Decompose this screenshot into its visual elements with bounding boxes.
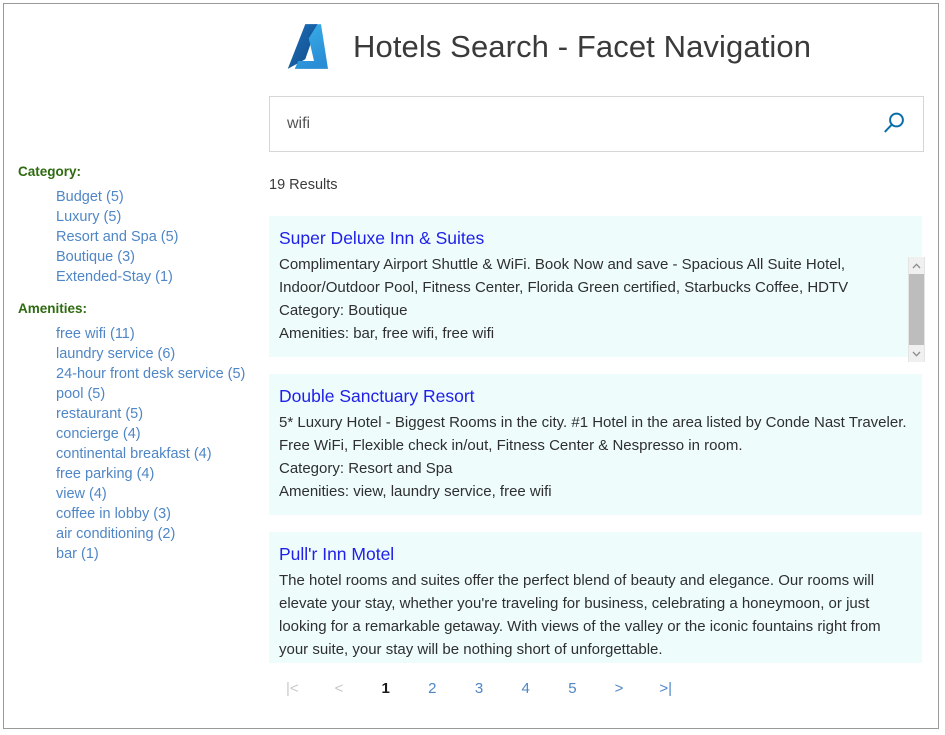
facet-list-amenities: free wifi (11) laundry service (6) 24-ho…	[4, 324, 266, 564]
result-description: Complimentary Airport Shuttle & WiFi. Bo…	[279, 253, 908, 299]
facet-item-bar[interactable]: bar (1)	[56, 544, 266, 564]
search-bar	[269, 96, 924, 152]
facet-item-concierge[interactable]: concierge (4)	[56, 424, 266, 444]
results-scrollbar[interactable]	[908, 257, 925, 362]
facet-item-luxury[interactable]: Luxury (5)	[56, 207, 266, 227]
result-category: Category: Resort and Spa	[279, 457, 908, 480]
facet-item-laundry-service[interactable]: laundry service (6)	[56, 344, 266, 364]
facet-item-resort-and-spa[interactable]: Resort and Spa (5)	[56, 227, 266, 247]
pagination-page-1[interactable]: 1	[362, 679, 409, 699]
facet-group-title-category: Category:	[4, 164, 266, 180]
result-title[interactable]: Pull'r Inn Motel	[279, 542, 908, 566]
result-category: Category: Boutique	[279, 299, 908, 322]
pagination-page-2[interactable]: 2	[409, 679, 456, 699]
search-icon	[881, 110, 907, 139]
pagination: |< < 1 2 3 4 5 > >|	[269, 679, 689, 699]
result-category: Category: Resort and Spa	[279, 661, 908, 663]
facet-item-coffee-in-lobby[interactable]: coffee in lobby (3)	[56, 504, 266, 524]
result-card[interactable]: Double Sanctuary Resort 5* Luxury Hotel …	[269, 374, 922, 515]
facet-list-category: Budget (5) Luxury (5) Resort and Spa (5)…	[4, 187, 266, 287]
facet-item-extended-stay[interactable]: Extended-Stay (1)	[56, 267, 266, 287]
scrollbar-up-arrow[interactable]	[909, 257, 924, 274]
facet-item-boutique[interactable]: Boutique (3)	[56, 247, 266, 267]
pagination-page-4[interactable]: 4	[502, 679, 549, 699]
scrollbar-thumb[interactable]	[909, 274, 924, 345]
facet-item-continental-breakfast[interactable]: continental breakfast (4)	[56, 444, 266, 464]
result-title[interactable]: Super Deluxe Inn & Suites	[279, 226, 908, 250]
app-window: Hotels Search - Facet Navigation Categor…	[3, 3, 939, 729]
facet-item-restaurant[interactable]: restaurant (5)	[56, 404, 266, 424]
result-card[interactable]: Pull'r Inn Motel The hotel rooms and sui…	[269, 532, 922, 663]
results-count: 19 Results	[269, 176, 925, 194]
pagination-first[interactable]: |<	[269, 679, 316, 699]
facet-item-24-hour-front-desk-service[interactable]: 24-hour front desk service (5)	[56, 364, 266, 384]
facet-item-free-parking[interactable]: free parking (4)	[56, 464, 266, 484]
result-card[interactable]: Super Deluxe Inn & Suites Complimentary …	[269, 216, 922, 357]
results-viewport: Super Deluxe Inn & Suites Complimentary …	[269, 216, 925, 663]
pagination-last[interactable]: >|	[642, 679, 689, 699]
facet-item-budget[interactable]: Budget (5)	[56, 187, 266, 207]
facet-sidebar: Category: Budget (5) Luxury (5) Resort a…	[4, 164, 266, 568]
result-amenities: Amenities: bar, free wifi, free wifi	[279, 322, 908, 345]
facet-item-air-conditioning[interactable]: air conditioning (2)	[56, 524, 266, 544]
pagination-next[interactable]: >	[596, 679, 643, 699]
page-header: Hotels Search - Facet Navigation	[4, 4, 938, 89]
pagination-prev[interactable]: <	[316, 679, 363, 699]
facet-group-title-amenities: Amenities:	[4, 301, 266, 317]
facet-group-category: Category: Budget (5) Luxury (5) Resort a…	[4, 164, 266, 287]
results-list: Super Deluxe Inn & Suites Complimentary …	[269, 216, 922, 663]
search-input[interactable]	[270, 97, 850, 151]
facet-item-free-wifi[interactable]: free wifi (11)	[56, 324, 266, 344]
search-button[interactable]	[877, 107, 911, 141]
scrollbar-down-arrow[interactable]	[909, 345, 924, 362]
result-amenities: Amenities: view, laundry service, free w…	[279, 480, 908, 503]
facet-group-amenities: Amenities: free wifi (11) laundry servic…	[4, 301, 266, 564]
result-description: The hotel rooms and suites offer the per…	[279, 569, 908, 661]
facet-item-pool[interactable]: pool (5)	[56, 384, 266, 404]
pagination-page-5[interactable]: 5	[549, 679, 596, 699]
result-title[interactable]: Double Sanctuary Resort	[279, 384, 908, 408]
page-title: Hotels Search - Facet Navigation	[353, 29, 811, 65]
main-content: 19 Results Super Deluxe Inn & Suites Com…	[269, 96, 925, 663]
pagination-page-3[interactable]: 3	[456, 679, 503, 699]
azure-logo-icon	[279, 19, 335, 75]
facet-item-view[interactable]: view (4)	[56, 484, 266, 504]
result-description: 5* Luxury Hotel - Biggest Rooms in the c…	[279, 411, 908, 457]
